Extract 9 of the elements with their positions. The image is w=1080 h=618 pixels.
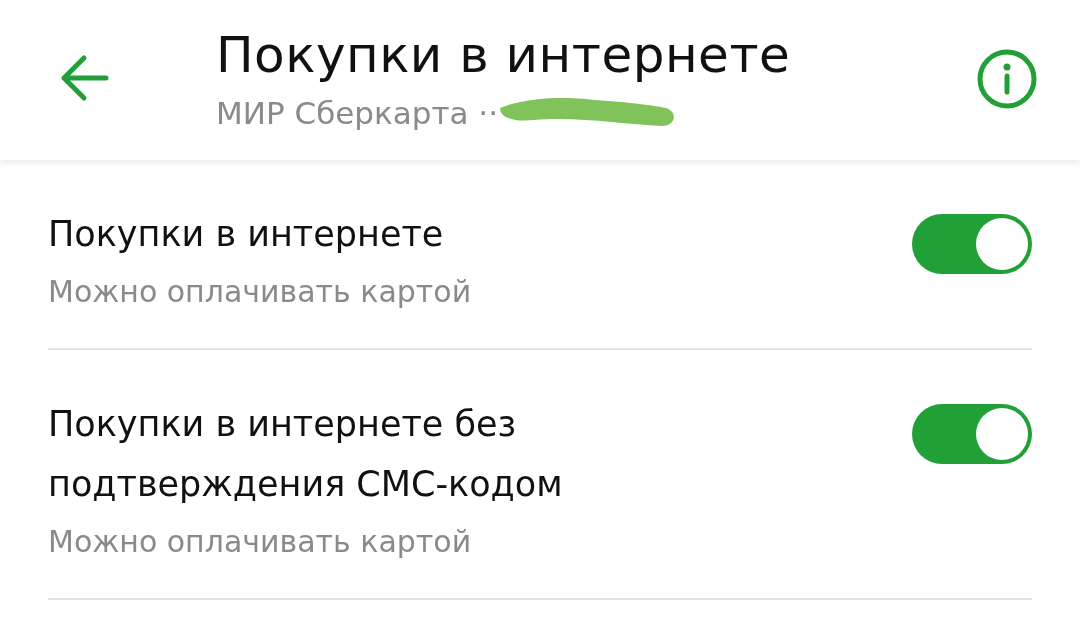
setting-title: Покупки в интернете	[48, 213, 445, 256]
info-icon[interactable]	[976, 48, 1038, 110]
toggle-switch[interactable]	[912, 404, 1032, 464]
setting-title: Покупки в интернете без подтверждения СМС-кодом	[48, 403, 564, 506]
card-name: МИР Сберкарта ··	[216, 94, 498, 133]
setting-description: Можно оплачивать картой	[48, 273, 473, 311]
setting-description: Можно оплачивать картой	[48, 523, 473, 561]
screen-title: Покупки в интернете	[216, 25, 792, 86]
toggle-switch[interactable]	[912, 214, 1032, 274]
